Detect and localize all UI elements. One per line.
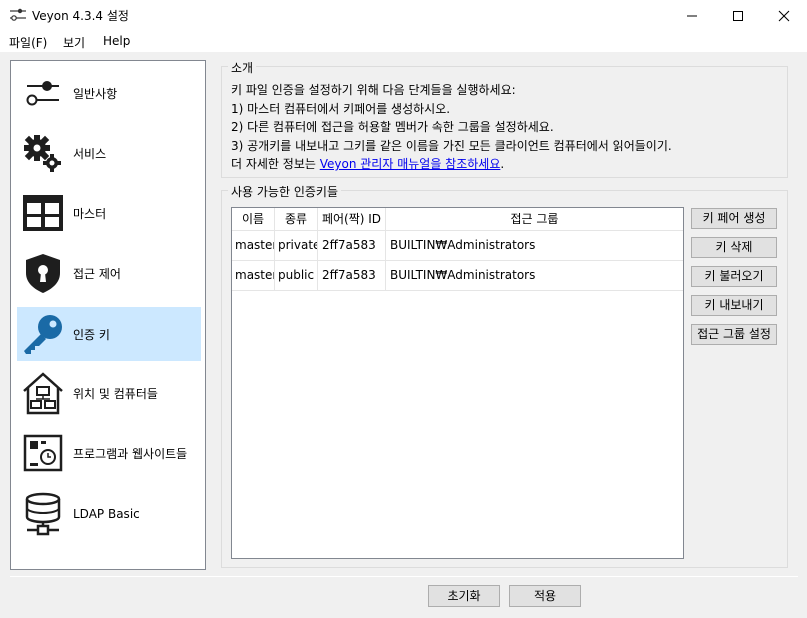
intro-title: 소개 <box>228 59 257 76</box>
sidebar-item-service[interactable]: 서비스 <box>17 126 201 180</box>
column-header-type[interactable]: 종류 <box>275 208 318 231</box>
menu-file[interactable]: 파일(F) <box>9 34 47 51</box>
sidebar-item-label: 위치 및 컴퓨터들 <box>73 386 158 401</box>
sidebar-item-auth-keys[interactable]: 인증 키 <box>17 307 201 361</box>
sidebar-item-master[interactable]: 마스터 <box>17 186 201 240</box>
database-network-icon <box>25 492 61 536</box>
sidebar-item-ldap[interactable]: LDAP Basic <box>17 487 201 541</box>
sidebar-item-label: 인증 키 <box>73 327 110 342</box>
intro-line: 2) 다른 컴퓨터에 접근을 허용할 멤버가 속한 그룹을 설정하세요. <box>231 120 554 135</box>
table-row[interactable]: master public 2ff7a583 BUILTIN₩Administr… <box>232 261 683 291</box>
set-access-group-button[interactable]: 접근 그룹 설정 <box>691 324 777 345</box>
sliders-icon <box>26 81 59 106</box>
sidebar-item-label: 마스터 <box>73 206 107 221</box>
cell-type: private <box>275 231 318 260</box>
table-row[interactable]: master private 2ff7a583 BUILTIN₩Administ… <box>232 231 683 261</box>
keys-table[interactable]: 이름 종류 페어(짝) ID 접근 그룹 master private 2ff7… <box>231 207 684 559</box>
sidebar-item-access-control[interactable]: 접근 제어 <box>17 246 201 300</box>
title-bar: Veyon 4.3.4 설정 <box>0 0 807 31</box>
key-icon <box>24 315 62 354</box>
sidebar-item-label: LDAP Basic <box>73 507 140 521</box>
column-header-name[interactable]: 이름 <box>232 208 275 231</box>
minimize-icon <box>687 15 697 16</box>
menu-view[interactable]: 보기 <box>63 34 85 51</box>
sidebar-item-label: 서비스 <box>73 146 107 161</box>
table-header: 이름 종류 페어(짝) ID 접근 그룹 <box>232 208 683 231</box>
menu-bar: 파일(F) 보기 Help <box>0 31 807 52</box>
column-header-pair-id[interactable]: 페어(짝) ID <box>318 208 386 231</box>
intro-text: 키 파일 인증을 설정하기 위해 다음 단계들을 실행하세요: 1) 마스터 컴… <box>231 81 672 174</box>
gears-icon <box>24 135 61 172</box>
cell-name: master <box>232 261 275 290</box>
export-key-button[interactable]: 키 내보내기 <box>691 295 777 316</box>
intro-line: 3) 공개키를 내보내고 그키를 같은 이름을 가진 모든 클라이언트 컴퓨터에… <box>231 138 672 153</box>
sidebar-item-general[interactable]: 일반사항 <box>17 66 201 120</box>
intro-line: 키 파일 인증을 설정하기 위해 다음 단계들을 실행하세요: <box>231 83 516 97</box>
grid-window-icon <box>23 195 63 231</box>
house-computers-icon <box>23 372 63 415</box>
reset-button[interactable]: 초기화 <box>428 585 500 607</box>
menu-help[interactable]: Help <box>103 34 130 48</box>
cell-name: master <box>232 231 275 260</box>
sidebar-item-label: 접근 제어 <box>73 266 121 281</box>
sidebar-item-label: 일반사항 <box>73 86 118 101</box>
sidebar-item-locations[interactable]: 위치 및 컴퓨터들 <box>17 366 201 420</box>
window-title: Veyon 4.3.4 설정 <box>32 9 129 23</box>
settings-sliders-icon <box>10 8 26 21</box>
cell-pair-id: 2ff7a583 <box>318 261 386 290</box>
more-info-prefix: 더 자세한 정보는 <box>231 157 320 172</box>
create-key-pair-button[interactable]: 키 페어 생성 <box>691 208 777 229</box>
intro-line-more-info: 더 자세한 정보는 Veyon 관리자 매뉴얼을 참조하세요. <box>231 155 672 174</box>
intro-line: 1) 마스터 컴퓨터에서 키페어를 생성하시오. <box>231 101 451 116</box>
sidebar: 일반사항 서비스 마스터 접근 제어 인증 키 위치 및 컴퓨터들 프로그램과 … <box>10 60 206 570</box>
close-button[interactable] <box>761 0 807 31</box>
minimize-button[interactable] <box>669 0 715 31</box>
admin-manual-link[interactable]: Veyon 관리자 매뉴얼을 참조하세요 <box>320 157 501 171</box>
sidebar-item-label: 프로그램과 웹사이트들 <box>73 446 188 461</box>
shield-lock-icon <box>26 254 60 293</box>
column-header-access-group[interactable]: 접근 그룹 <box>386 208 683 231</box>
maximize-icon <box>733 10 743 21</box>
sidebar-item-programs[interactable]: 프로그램과 웹사이트들 <box>17 426 201 480</box>
maximize-button[interactable] <box>715 0 761 31</box>
more-info-suffix: . <box>500 157 505 172</box>
delete-key-button[interactable]: 키 삭제 <box>691 237 777 258</box>
keys-group-title: 사용 가능한 인증키들 <box>228 183 341 200</box>
apply-button[interactable]: 적용 <box>509 585 581 607</box>
cell-pair-id: 2ff7a583 <box>318 231 386 260</box>
close-icon <box>778 10 790 21</box>
cell-access-group: BUILTIN₩Administrators <box>390 238 536 252</box>
footer-separator <box>10 576 798 577</box>
programs-icon <box>23 434 63 472</box>
cell-type: public <box>275 261 318 290</box>
cell-access-group: BUILTIN₩Administrators <box>390 268 536 282</box>
import-key-button[interactable]: 키 불러오기 <box>691 266 777 287</box>
